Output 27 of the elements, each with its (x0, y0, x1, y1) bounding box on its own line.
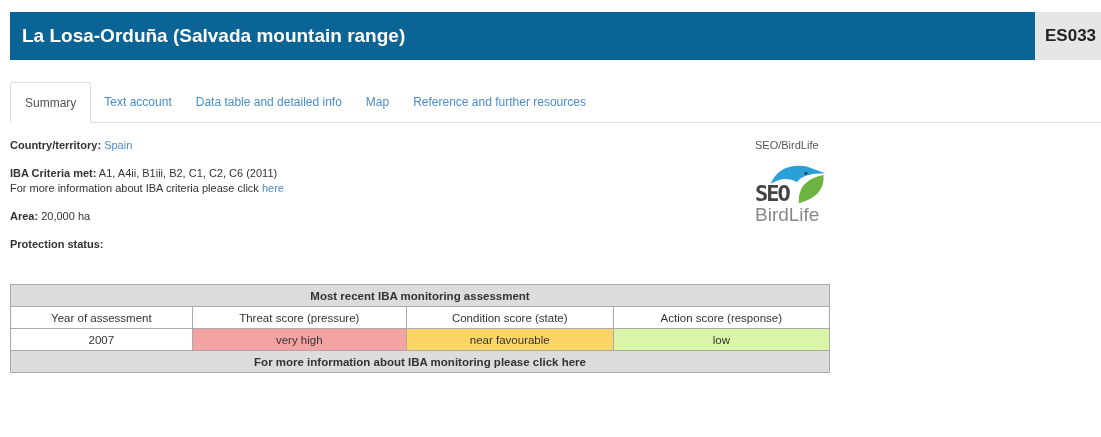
site-code: ES033 (1035, 12, 1101, 60)
column-header: Condition score (state) (406, 306, 614, 329)
monitoring-link[interactable]: For more information about IBA monitoring please click here (10, 350, 830, 373)
partner-caption: SEO/BirdLife (755, 139, 820, 151)
criteria-line: IBA Criteria met: A1, A4ii, B1iii, B2, C1, C2, C6 (2011) (10, 167, 279, 179)
tab[interactable]: Data table and detailed info (184, 82, 353, 122)
table-cell: low (613, 328, 830, 351)
column-header: Action score (response) (613, 306, 830, 329)
criteria-info: For more information about IBA criteria please click here (10, 182, 285, 194)
table-title: Most recent IBA monitoring assessment (10, 284, 830, 307)
site-title: La Losa-Orduña (Salvada mountain range) (10, 12, 1035, 60)
table-cell: 2007 (10, 328, 193, 351)
tab[interactable]: Text account (93, 82, 183, 122)
criteria-link[interactable]: here (261, 182, 284, 194)
tab[interactable]: Reference and further resources (402, 82, 597, 122)
logo-text: SEO (755, 183, 789, 205)
protection-label: Protection status: (10, 238, 105, 250)
tab[interactable]: Map (354, 82, 401, 122)
logo-text: BirdLife (755, 205, 820, 225)
country-line: Country/territory: Spain (10, 139, 134, 151)
tab[interactable]: Summary (10, 82, 92, 123)
column-header: Year of assessment (10, 306, 193, 329)
table-cell: very high (192, 328, 407, 351)
area-line: Area: 20,000 ha (10, 210, 92, 222)
column-header: Threat score (pressure) (192, 306, 407, 329)
table-cell: near favourable (406, 328, 614, 351)
country-link[interactable]: Spain (104, 139, 133, 151)
